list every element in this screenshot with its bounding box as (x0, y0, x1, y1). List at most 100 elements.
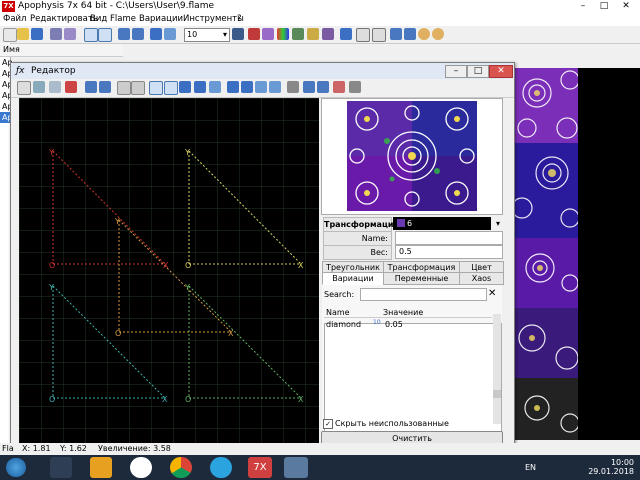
post-transform-icon[interactable] (317, 81, 329, 93)
rotate-left-icon[interactable] (390, 28, 402, 40)
language-indicator[interactable]: EN (525, 463, 536, 472)
palette-icon[interactable] (277, 28, 289, 40)
minimize-icon[interactable]: – (573, 0, 593, 12)
scale-icon[interactable] (194, 81, 206, 93)
rotate-icon[interactable] (179, 81, 191, 93)
new-transform-icon[interactable] (17, 81, 31, 95)
chevron-down-icon[interactable]: ▾ (493, 217, 503, 230)
scrollbar-thumb[interactable] (493, 390, 501, 398)
editor-toolbar (11, 79, 514, 98)
column-header-value[interactable]: Значение (383, 308, 423, 317)
redo-icon[interactable] (132, 28, 144, 40)
menu-file[interactable]: Файл (3, 14, 26, 24)
editor-maximize-icon[interactable]: □ (467, 65, 489, 78)
play-icon[interactable] (340, 28, 352, 40)
search-label: Search: (324, 290, 355, 299)
transform-label: Трансформация: (323, 217, 402, 232)
menu-help[interactable]: ? (237, 14, 242, 24)
menu-edit[interactable]: Редактировать (30, 14, 98, 24)
start-icon[interactable] (6, 458, 26, 477)
save-icon[interactable] (31, 28, 43, 40)
weight-label: Вес: (323, 245, 392, 260)
flip-vertical-icon[interactable] (269, 81, 281, 93)
menu-tools[interactable]: Инструменты (183, 14, 244, 24)
random-icon[interactable] (64, 28, 76, 40)
close-icon[interactable]: ✕ (616, 0, 636, 12)
grid-view-icon[interactable] (98, 28, 112, 42)
clock-date[interactable]: 29.01.2018 (588, 467, 634, 476)
duplicate-transform-icon[interactable] (49, 81, 61, 93)
render-icon[interactable] (150, 28, 162, 40)
gear-icon[interactable] (50, 28, 62, 40)
grid-icon[interactable] (287, 81, 299, 93)
name-field[interactable] (395, 231, 503, 245)
move-icon[interactable] (164, 81, 178, 95)
fullscreen-icon[interactable] (164, 28, 176, 40)
status-y: Y: 1.62 (60, 444, 87, 453)
vertex-label: X (298, 395, 304, 404)
add-transform-icon[interactable] (33, 81, 45, 93)
taskbar-window-icon[interactable] (284, 457, 308, 478)
select-icon[interactable] (356, 28, 370, 42)
scrollbar[interactable] (493, 314, 501, 424)
adjust-icon[interactable] (248, 28, 260, 40)
flip-left-icon[interactable] (227, 81, 239, 93)
tab-variations[interactable]: Вариации (322, 272, 384, 285)
maximize-icon[interactable]: □ (594, 0, 614, 12)
clear-search-icon[interactable]: ✕ (488, 288, 496, 299)
taskbar-panda-icon[interactable] (130, 457, 152, 478)
taskbar-explorer-icon[interactable] (50, 457, 72, 478)
zoom-out-icon[interactable] (432, 28, 444, 40)
hide-unused-checkbox[interactable]: ✓ (323, 419, 333, 429)
menu-variations[interactable]: Вариации (139, 14, 183, 24)
editor-close-icon[interactable]: ✕ (489, 65, 513, 78)
list-view-icon[interactable] (84, 28, 98, 42)
variation-name: diamond (326, 320, 362, 329)
open-folder-icon[interactable] (17, 28, 29, 40)
triangle-canvas[interactable]: Y O X Y O X Y O X Y O X Y O X (19, 98, 319, 450)
copy-icon[interactable] (117, 81, 131, 95)
taskbar-apophysis-icon[interactable]: 7X (248, 457, 272, 478)
tab-variables[interactable]: Переменные (383, 272, 460, 285)
options-icon[interactable] (322, 28, 334, 40)
mutate-icon[interactable] (292, 28, 304, 40)
tab-xaos[interactable]: Xaos (459, 272, 504, 285)
gradient-icon[interactable] (262, 28, 274, 40)
reset-icon[interactable] (303, 81, 315, 93)
variation-value[interactable]: 0.05 (385, 320, 403, 329)
flip-horizontal-icon[interactable] (255, 81, 267, 93)
zoom-select[interactable]: 10 ▾ (184, 28, 230, 42)
clock-time[interactable]: 10:00 (588, 458, 634, 467)
taskbar-folder-icon[interactable] (90, 457, 112, 478)
editor-minimize-icon[interactable]: – (445, 65, 467, 78)
delete-transform-icon[interactable] (65, 81, 77, 93)
zoom-in-icon[interactable] (418, 28, 430, 40)
lock-icon[interactable] (333, 81, 345, 93)
zoom-icon[interactable] (209, 81, 221, 93)
name-label: Name: (323, 231, 392, 246)
help-icon[interactable] (349, 81, 361, 93)
new-file-icon[interactable] (3, 28, 17, 42)
transform-select[interactable]: 6 (393, 217, 491, 230)
menu-flame[interactable]: Flame (110, 14, 136, 24)
menu-view[interactable]: Вид (90, 14, 107, 24)
vertex-label: Y (48, 148, 54, 157)
crop-icon[interactable] (372, 28, 386, 42)
chevron-down-icon: ▾ (222, 30, 227, 39)
paste-icon[interactable] (131, 81, 145, 95)
flip-right-icon[interactable] (241, 81, 253, 93)
search-input[interactable] (360, 288, 487, 301)
taskbar-chrome-icon[interactable] (170, 457, 192, 478)
script-icon[interactable] (307, 28, 319, 40)
pointer-icon[interactable] (149, 81, 163, 95)
list-header[interactable]: Имя (0, 44, 123, 57)
editor-icon[interactable] (232, 28, 244, 40)
rotate-right-icon[interactable] (404, 28, 416, 40)
column-header-name[interactable]: Name (326, 308, 350, 317)
window-title: Apophysis 7x 64 bit - C:\Users\User\9.fl… (18, 1, 215, 11)
undo-icon[interactable] (118, 28, 130, 40)
undo-icon[interactable] (85, 81, 97, 93)
weight-field[interactable]: 0.5 (395, 245, 503, 259)
taskbar-telegram-icon[interactable] (210, 457, 232, 478)
redo-icon[interactable] (99, 81, 111, 93)
